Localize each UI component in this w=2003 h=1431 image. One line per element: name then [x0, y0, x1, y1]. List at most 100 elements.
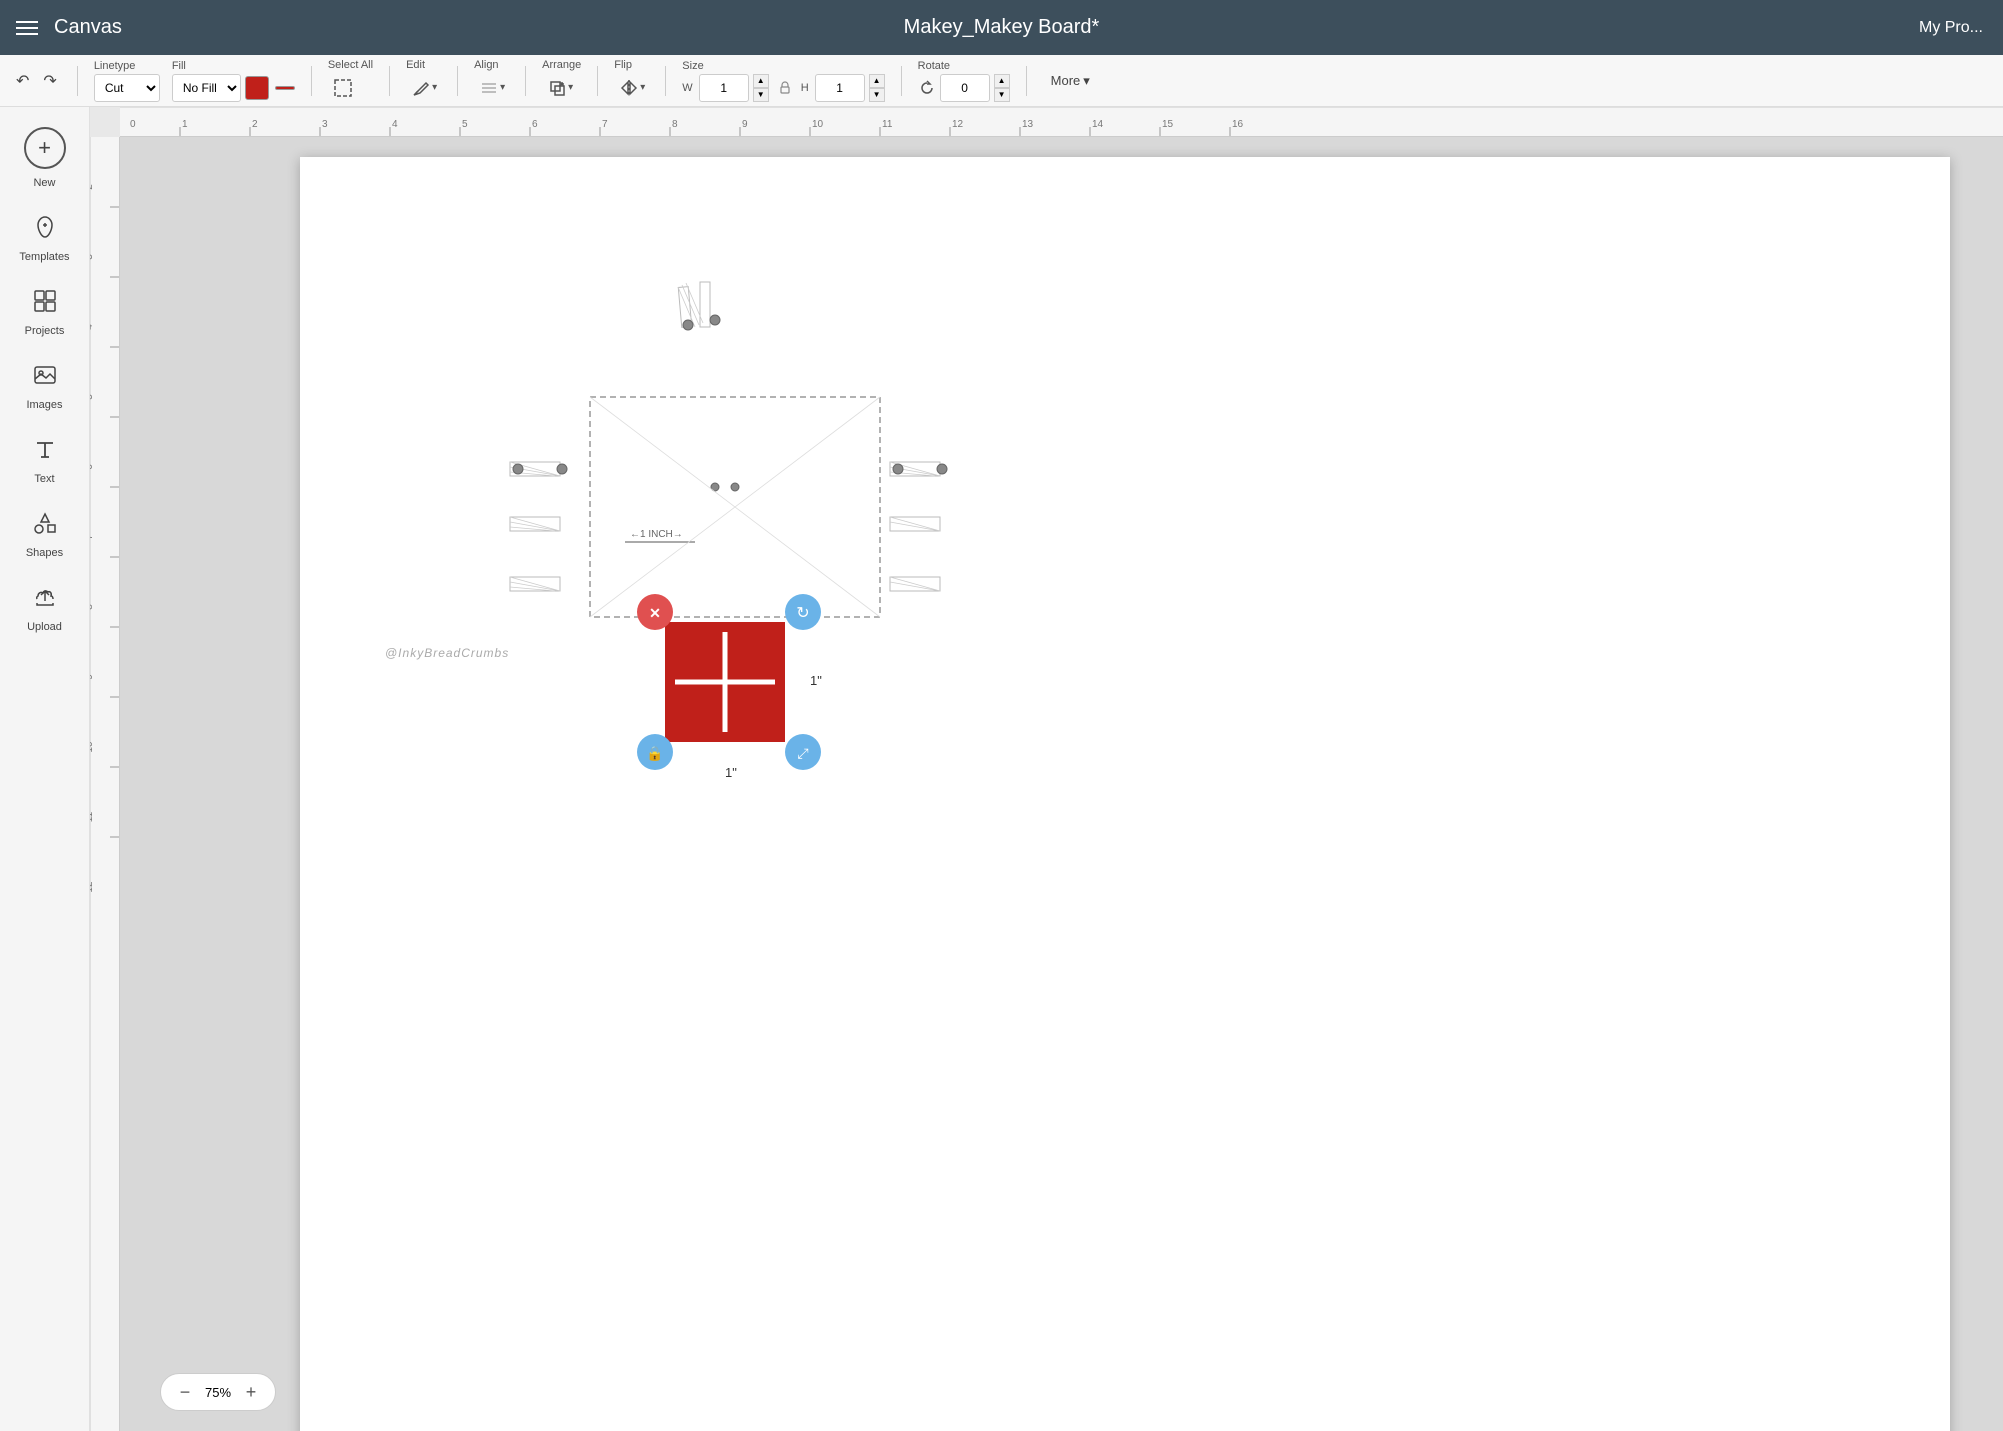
sep2 [311, 66, 312, 96]
fill-group: Fill No Fill Fill [172, 60, 295, 102]
flip-group: Flip ▾ [614, 59, 649, 103]
new-button[interactable]: + [24, 127, 66, 169]
sidebar-item-projects[interactable]: Projects [5, 277, 85, 347]
top-bar: Canvas Makey_Makey Board* My Pro... [0, 0, 2003, 55]
rotate-input[interactable] [940, 74, 990, 102]
sep1 [77, 66, 78, 96]
sep4 [457, 66, 458, 96]
sidebar-item-upload[interactable]: Upload [5, 573, 85, 643]
svg-text:@InkyBreadCrumbs: @InkyBreadCrumbs [385, 646, 509, 660]
canvas-workspace[interactable]: ←1 INCH→ @InkyBreadCrumbs ✕ ↻ [120, 137, 2003, 1431]
line-color-swatch[interactable] [275, 86, 295, 90]
my-profile-label[interactable]: My Pro... [1919, 19, 1983, 37]
hamburger-menu[interactable] [16, 21, 38, 35]
board-design: ←1 INCH→ @InkyBreadCrumbs ✕ ↻ [300, 157, 1950, 1431]
svg-text:12: 12 [952, 119, 964, 130]
svg-text:9: 9 [90, 674, 95, 680]
size-h-input[interactable] [815, 74, 865, 102]
svg-text:8: 8 [90, 604, 95, 610]
sidebar-item-new[interactable]: + New [5, 117, 85, 199]
sep9 [1026, 66, 1027, 96]
text-icon [31, 435, 59, 469]
svg-text:✕: ✕ [649, 605, 661, 621]
size-w-input[interactable] [699, 74, 749, 102]
templates-label: Templates [19, 251, 69, 263]
images-label: Images [26, 399, 62, 411]
ruler-vertical: 2 3 4 5 6 7 8 9 10 11 12 [90, 137, 120, 1431]
svg-text:11: 11 [90, 811, 95, 822]
shapes-icon [31, 509, 59, 543]
svg-text:6: 6 [90, 464, 95, 470]
svg-text:12: 12 [90, 881, 95, 893]
svg-text:⤢: ⤢ [797, 745, 808, 761]
size-w-input-group: ▲ ▼ [699, 74, 769, 102]
svg-text:7: 7 [90, 534, 95, 540]
main-area: + New Templates [0, 107, 2003, 1431]
sidebar-item-shapes[interactable]: Shapes [5, 499, 85, 569]
svg-text:6: 6 [532, 119, 538, 130]
svg-text:1: 1 [182, 119, 188, 130]
zoom-in-button[interactable]: + [239, 1380, 263, 1404]
zoom-level: 75% [205, 1385, 231, 1400]
sep8 [901, 66, 902, 96]
zoom-out-button[interactable]: − [173, 1380, 197, 1404]
redo-button[interactable]: ↷ [39, 67, 60, 95]
sep5 [525, 66, 526, 96]
images-icon [31, 361, 59, 395]
text-label: Text [34, 473, 54, 485]
svg-text:1": 1" [725, 765, 737, 780]
rotate-icon [918, 79, 936, 97]
upload-label: Upload [27, 621, 62, 633]
linetype-group: Linetype Cut Score Draw [94, 60, 160, 102]
fill-color-swatch[interactable] [245, 76, 269, 100]
sidebar-item-images[interactable]: Images [5, 351, 85, 421]
ruler-horizontal: 0 1 2 3 4 5 6 7 8 9 10 [120, 107, 2003, 137]
svg-text:2: 2 [252, 119, 258, 130]
canvas-paper: ←1 INCH→ @InkyBreadCrumbs ✕ ↻ [300, 157, 1950, 1431]
svg-text:14: 14 [1092, 119, 1104, 130]
edit-group: Edit ▾ [406, 59, 441, 103]
svg-text:🔒: 🔒 [646, 745, 663, 762]
select-all-button[interactable] [328, 73, 358, 103]
svg-text:13: 13 [1022, 119, 1034, 130]
edit-button[interactable]: ▾ [406, 73, 441, 103]
svg-text:1": 1" [810, 673, 822, 688]
undo-button[interactable]: ↶ [12, 67, 33, 95]
svg-text:11: 11 [882, 119, 893, 130]
svg-text:3: 3 [90, 254, 95, 260]
rotate-down[interactable]: ▼ [994, 88, 1010, 102]
sep7 [665, 66, 666, 96]
svg-text:0: 0 [130, 119, 136, 130]
svg-text:↻: ↻ [796, 605, 809, 622]
flip-button[interactable]: ▾ [614, 73, 649, 103]
app-title: Canvas [54, 16, 122, 39]
undo-redo-group: ↶ ↷ [12, 67, 61, 95]
svg-text:7: 7 [602, 119, 608, 130]
sidebar-item-templates[interactable]: Templates [5, 203, 85, 273]
size-h-input-group: ▲ ▼ [815, 74, 885, 102]
upload-icon [31, 583, 59, 617]
size-h-up[interactable]: ▲ [869, 74, 885, 88]
svg-text:10: 10 [90, 741, 95, 753]
size-w-up[interactable]: ▲ [753, 74, 769, 88]
size-h-down[interactable]: ▼ [869, 88, 885, 102]
arrange-button[interactable]: ▾ [542, 73, 577, 103]
document-title: Makey_Makey Board* [904, 16, 1100, 39]
svg-text:9: 9 [742, 119, 748, 130]
more-button[interactable]: More ▾ [1043, 69, 1098, 93]
svg-text:5: 5 [90, 394, 95, 400]
projects-label: Projects [25, 325, 65, 337]
shapes-label: Shapes [26, 547, 63, 559]
svg-text:10: 10 [812, 119, 824, 130]
sidebar-item-text[interactable]: Text [5, 425, 85, 495]
size-w-down[interactable]: ▼ [753, 88, 769, 102]
svg-text:16: 16 [1232, 119, 1244, 130]
chevron-down-icon: ▾ [1083, 73, 1090, 89]
rotate-up[interactable]: ▲ [994, 74, 1010, 88]
new-label: New [33, 177, 55, 189]
canvas-area[interactable]: 0 1 2 3 4 5 6 7 8 9 10 [90, 107, 2003, 1431]
projects-icon [31, 287, 59, 321]
linetype-select[interactable]: Cut Score Draw [94, 74, 160, 102]
align-button[interactable]: ▾ [474, 73, 509, 103]
fill-select[interactable]: No Fill Fill [172, 74, 241, 102]
